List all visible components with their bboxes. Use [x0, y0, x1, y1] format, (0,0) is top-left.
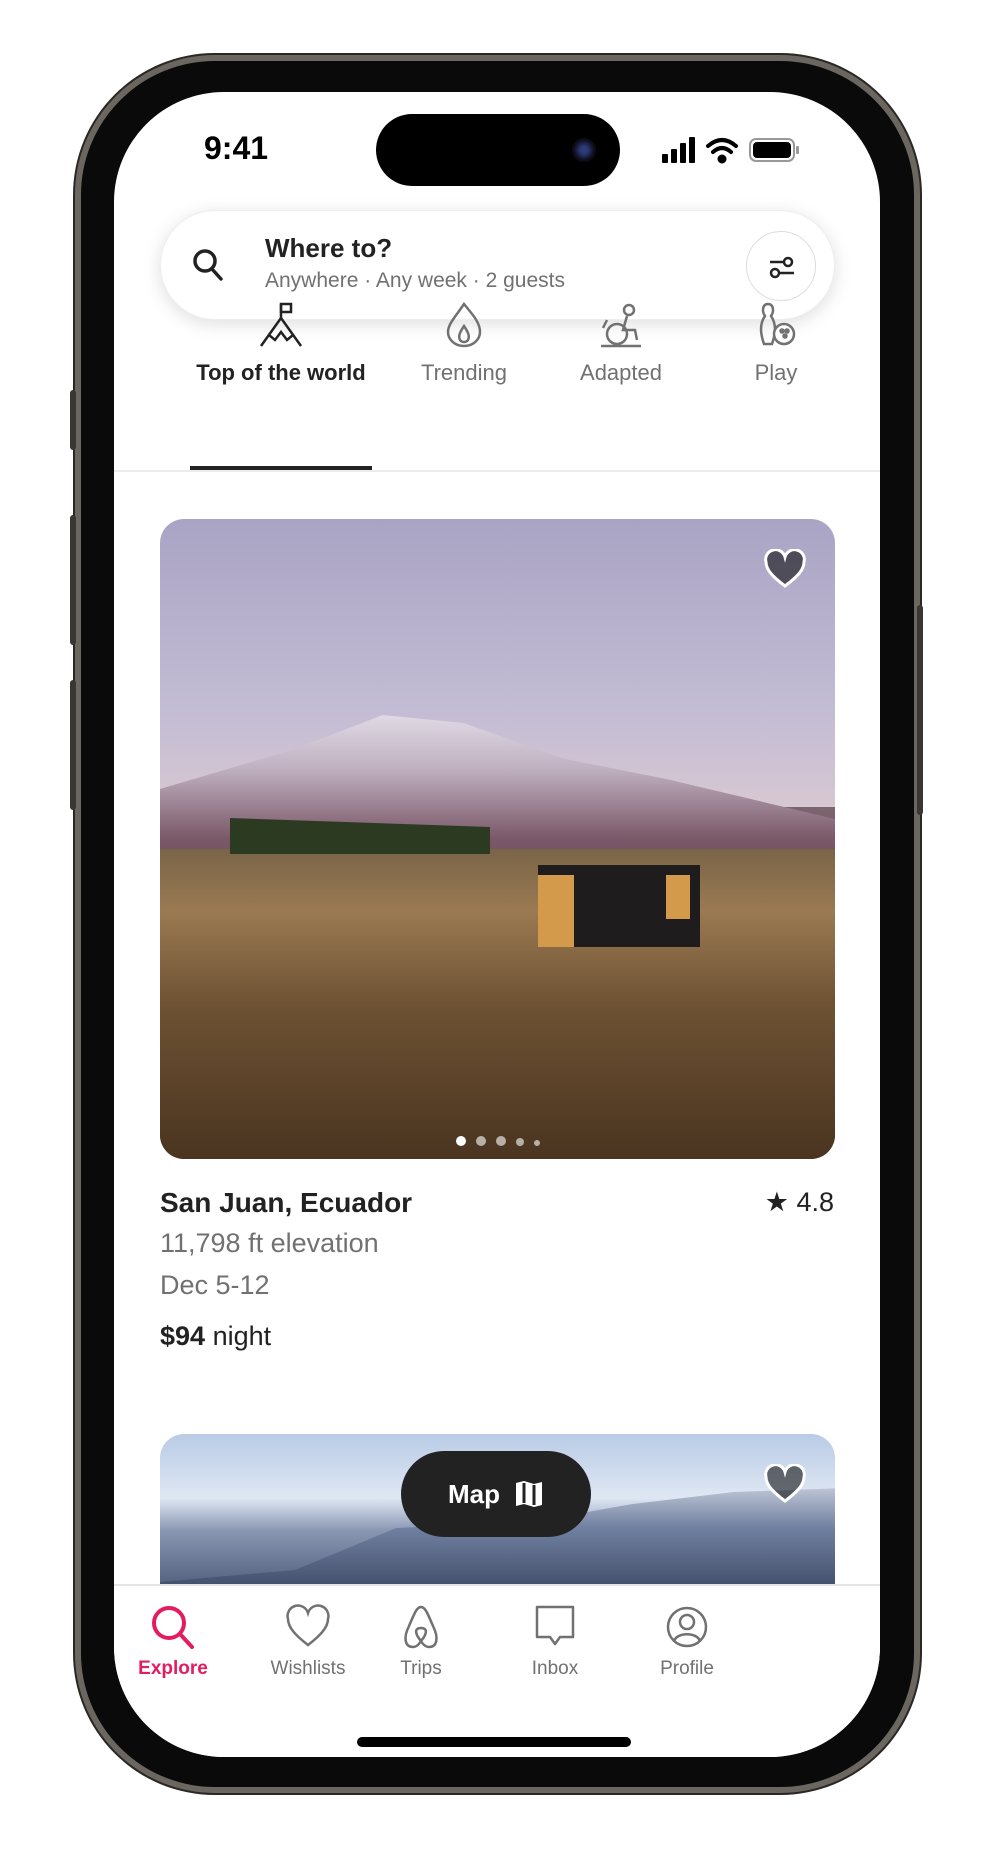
status-icons [662, 137, 799, 164]
map-label: Map [448, 1478, 500, 1509]
search-icon [193, 249, 223, 281]
rating-value: 4.8 [796, 1187, 834, 1217]
photo-pagination [160, 1133, 835, 1151]
wishlist-heart-button[interactable] [763, 1464, 807, 1504]
category-trending[interactable]: Trending [374, 302, 554, 386]
message-icon [535, 1605, 575, 1646]
photo-cabin [538, 865, 700, 947]
bowling-icon [759, 302, 796, 346]
listing-dates: Dec 5-12 [160, 1270, 270, 1300]
battery-icon [749, 138, 799, 162]
tab-profile[interactable]: Profile [610, 1604, 764, 1680]
wifi-icon [706, 138, 738, 164]
price-amount: $94 [160, 1321, 206, 1351]
category-label: Trending [420, 360, 507, 385]
category-play[interactable]: Play [686, 302, 866, 386]
status-time: 9:41 [204, 130, 269, 166]
map-button[interactable]: Map [401, 1451, 591, 1537]
category-adapted[interactable]: Adapted [531, 302, 711, 386]
category-label: Play [754, 360, 798, 385]
flame-icon [446, 302, 482, 348]
dynamic-island [376, 114, 620, 186]
volume-up-button [70, 515, 76, 645]
listing-rating: ★ 4.8 [765, 1187, 834, 1218]
search-title: Where to? [265, 233, 393, 263]
listing-elevation: 11,798 ft elevation [160, 1228, 379, 1258]
tab-bar: Explore Wishlists Trips Inbox Profile [114, 1584, 880, 1757]
filter-icon [769, 256, 794, 279]
category-label: Adapted [580, 360, 662, 385]
photo-field [160, 849, 835, 1159]
home-indicator[interactable] [357, 1737, 631, 1747]
camera-icon [572, 138, 596, 162]
tab-label: Profile [660, 1658, 714, 1679]
mountain-flag-icon [259, 302, 303, 347]
search-icon [152, 1606, 194, 1649]
tab-label: Inbox [531, 1658, 579, 1679]
heart-icon [286, 1604, 330, 1647]
listing-location: San Juan, Ecuador [160, 1187, 413, 1218]
star-icon: ★ [764, 1187, 789, 1217]
tab-explore[interactable]: Explore [114, 1604, 250, 1680]
power-button [917, 605, 923, 815]
map-icon [516, 1481, 542, 1507]
tab-label: Wishlists [270, 1658, 346, 1679]
volume-down-button [70, 680, 76, 810]
screen: 9:41 Where to? Anywhere · Any week · 2 g… [114, 92, 880, 1757]
wheelchair-icon [601, 303, 641, 348]
search-subtitle: Anywhere · Any week · 2 guests [265, 269, 565, 292]
listing-price: $94 night [160, 1321, 271, 1352]
category-top-of-the-world[interactable]: Top of the world [191, 302, 371, 386]
tab-trips[interactable]: Trips [344, 1604, 498, 1680]
profile-icon [666, 1606, 708, 1648]
tab-label: Trips [400, 1658, 442, 1679]
listing-photo[interactable] [160, 519, 835, 1159]
header-divider [114, 470, 880, 472]
airbnb-logo-icon [404, 1605, 438, 1649]
wishlist-heart-button[interactable] [763, 549, 807, 589]
price-unit: night [205, 1321, 272, 1351]
signal-icon [662, 137, 695, 163]
side-button [70, 390, 76, 450]
tab-inbox[interactable]: Inbox [478, 1604, 632, 1680]
tab-label: Explore [138, 1658, 208, 1679]
category-label: Top of the world [196, 360, 366, 385]
filter-button[interactable] [746, 231, 816, 301]
